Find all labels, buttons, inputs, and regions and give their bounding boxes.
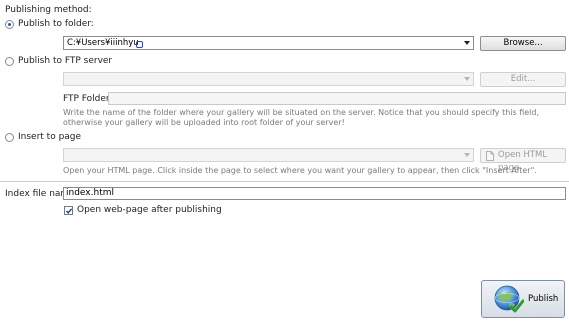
ftp-folder-input[interactable]: [108, 92, 566, 105]
ftp-folder-label: FTP Folder: [63, 94, 110, 104]
section-divider: [0, 181, 569, 182]
document-icon: [486, 151, 494, 161]
edit-ftp-button[interactable]: Edit...: [480, 72, 566, 87]
globe-publish-icon: [494, 285, 524, 313]
index-file-input[interactable]: index.html: [63, 187, 566, 200]
folder-path-combo[interactable]: C:¥Users¥iiinhyu: [63, 36, 474, 50]
insert-page-note: Open your HTML page. Click inside the pa…: [63, 166, 537, 175]
open-after-label[interactable]: Open web-page after publishing: [77, 205, 222, 215]
publish-button[interactable]: Publish: [481, 280, 565, 318]
cursor-marker-icon: [136, 41, 143, 48]
checkmark-icon: [65, 208, 73, 214]
radio-publish-folder[interactable]: [5, 20, 14, 29]
publish-dialog: Publishing method: Publish to folder: C:…: [0, 0, 569, 325]
chevron-down-icon[interactable]: [464, 153, 470, 157]
ftp-folder-note: Write the name of the folder where your …: [63, 108, 540, 127]
open-after-checkbox[interactable]: [64, 206, 73, 215]
open-html-page-button[interactable]: Open HTML page: [480, 148, 566, 173]
radio-publish-ftp[interactable]: [5, 57, 14, 66]
browse-button[interactable]: Browse...: [480, 36, 566, 51]
radio-publish-folder-label[interactable]: Publish to folder:: [18, 19, 94, 29]
index-file-value: index.html: [66, 188, 114, 198]
publish-button-label: Publish: [528, 294, 559, 304]
radio-publish-ftp-label[interactable]: Publish to FTP server: [18, 56, 112, 66]
publishing-method-label: Publishing method:: [5, 5, 92, 15]
ftp-server-combo[interactable]: [63, 72, 474, 86]
folder-path-value: C:¥Users¥iiinhyu: [67, 38, 139, 48]
insert-page-combo[interactable]: [63, 148, 474, 162]
chevron-down-icon[interactable]: [464, 41, 470, 45]
radio-insert-page[interactable]: [5, 133, 14, 142]
radio-insert-page-label[interactable]: Insert to page: [18, 132, 81, 142]
chevron-down-icon[interactable]: [464, 77, 470, 81]
